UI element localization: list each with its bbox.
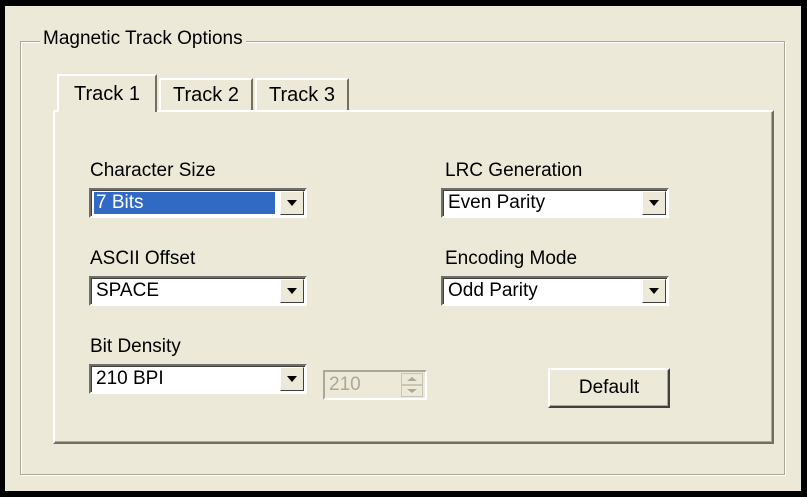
chevron-down-icon[interactable]	[642, 191, 666, 215]
tab-track-2[interactable]: Track 2	[159, 78, 253, 110]
encoding-mode-select[interactable]: Odd Parity	[441, 276, 669, 306]
chevron-down-icon[interactable]	[280, 279, 304, 303]
bit-density-spinner-value: 210	[329, 374, 361, 395]
group-title: Magnetic Track Options	[40, 28, 246, 50]
chevron-down-icon[interactable]	[280, 367, 304, 391]
chevron-down-icon[interactable]	[642, 279, 666, 303]
lrc-generation-value: Even Parity	[448, 192, 546, 213]
bit-density-select[interactable]: 210 BPI	[89, 364, 307, 394]
lrc-generation-select[interactable]: Even Parity	[441, 188, 669, 218]
ascii-offset-select[interactable]: SPACE	[89, 276, 307, 306]
bit-density-label: Bit Density	[90, 336, 181, 357]
tab-track-1[interactable]: Track 1	[57, 74, 157, 112]
character-size-label: Character Size	[90, 160, 216, 181]
ascii-offset-label: ASCII Offset	[90, 248, 196, 269]
lrc-generation-label: LRC Generation	[445, 160, 583, 181]
encoding-mode-label: Encoding Mode	[445, 248, 578, 269]
dialog-panel: Magnetic Track Options Track 1 Track 2 T…	[5, 6, 801, 491]
spin-up-icon	[401, 373, 423, 385]
encoding-mode-value: Odd Parity	[448, 280, 538, 301]
tab-track-3[interactable]: Track 3	[255, 78, 349, 110]
default-button[interactable]: Default	[548, 368, 670, 408]
chevron-down-icon[interactable]	[280, 191, 304, 215]
spin-down-icon	[401, 385, 423, 397]
character-size-select[interactable]: 7 Bits	[89, 188, 307, 218]
bit-density-spinner: 210	[323, 370, 427, 400]
ascii-offset-value: SPACE	[96, 280, 160, 301]
character-size-value: 7 Bits	[93, 191, 276, 215]
bit-density-value: 210 BPI	[96, 368, 164, 389]
